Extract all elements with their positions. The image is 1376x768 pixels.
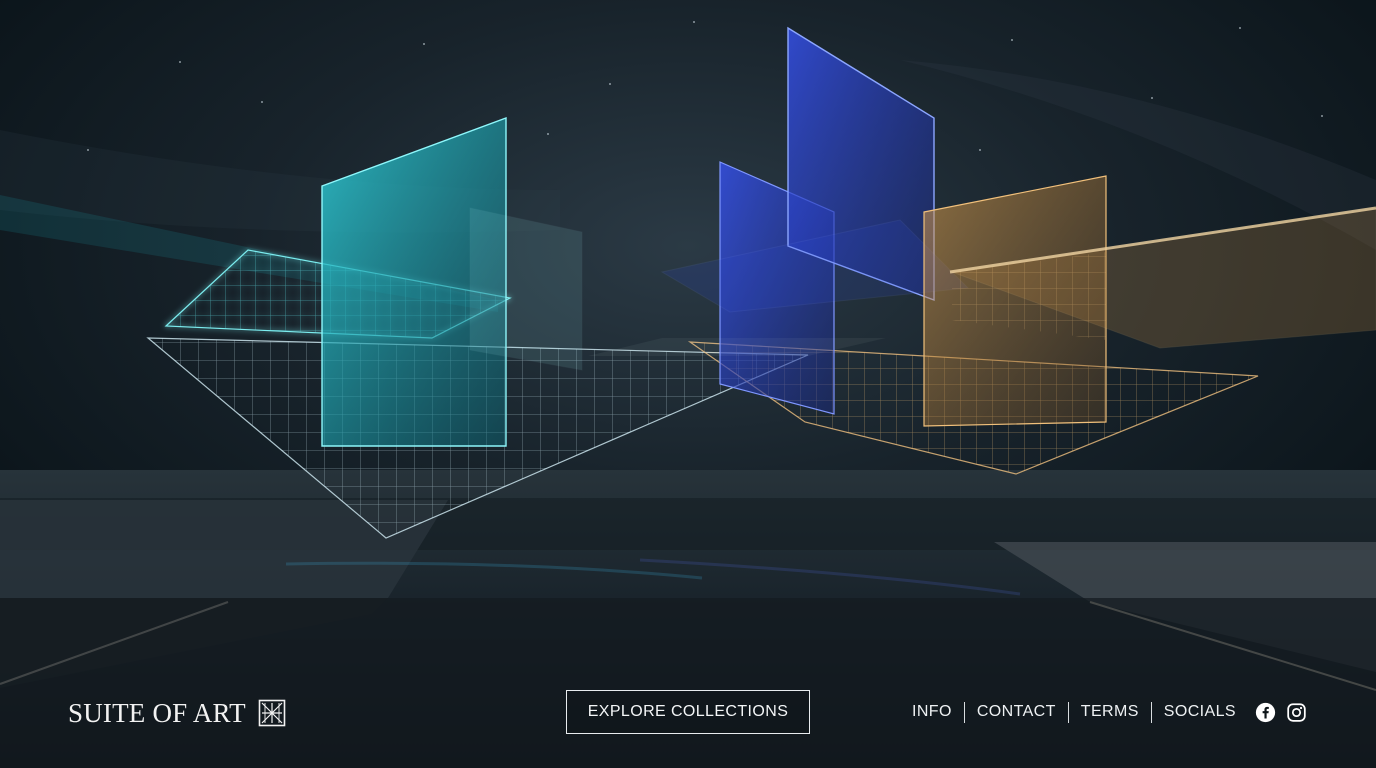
nav-separator (963, 701, 965, 723)
abstract-glass-artwork-background (0, 0, 1376, 768)
nav-separator (1150, 701, 1152, 723)
nav-separator (1067, 701, 1069, 723)
landing-page: SUITE OF ART EXPLORE COLLECTIONS INFO CO… (0, 0, 1376, 768)
brand-name: SUITE OF ART (68, 697, 246, 728)
geometric-square-mark-icon (258, 699, 286, 727)
facebook-icon[interactable] (1255, 702, 1276, 723)
explore-collections-button[interactable]: EXPLORE COLLECTIONS (566, 690, 810, 734)
nav-link-terms[interactable]: TERMS (1081, 703, 1139, 721)
footer-navigation: INFO CONTACT TERMS SOCIALS (912, 700, 1236, 724)
nav-link-info[interactable]: INFO (912, 703, 952, 721)
brand[interactable]: SUITE OF ART (68, 696, 286, 730)
nav-link-socials[interactable]: SOCIALS (1164, 703, 1236, 721)
nav-link-contact[interactable]: CONTACT (977, 703, 1056, 721)
social-links (1255, 702, 1307, 723)
instagram-icon[interactable] (1286, 702, 1307, 723)
